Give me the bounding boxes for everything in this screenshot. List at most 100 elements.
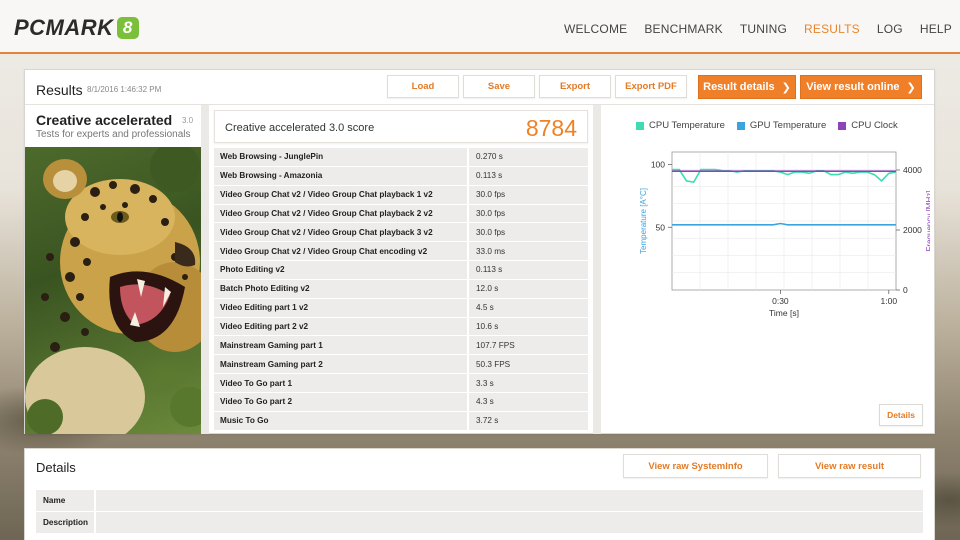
score-label: Creative accelerated 3.0 score <box>225 122 375 134</box>
legend-swatch <box>736 121 745 130</box>
test-value-cell: 0.113 s <box>469 261 588 279</box>
details-title: Details <box>36 460 76 475</box>
load-button[interactable]: Load <box>387 75 459 98</box>
test-description: Tests for experts and professionals <box>36 129 191 140</box>
nav-item-help[interactable]: HELP <box>920 22 952 36</box>
leopard-illustration <box>25 147 201 434</box>
legend-label: GPU Temperature <box>749 120 827 131</box>
x-axis-label: Time [s] <box>769 308 799 318</box>
test-value-cell: 30.0 fps <box>469 223 588 242</box>
legend-item[interactable]: CPU Temperature <box>636 120 725 131</box>
results-title: Results <box>36 82 83 98</box>
y-tick-label: 50 <box>656 222 666 232</box>
y-tick-label: 100 <box>651 160 665 170</box>
test-value-cell: 107.7 FPS <box>469 336 588 355</box>
x-tick-label: 0:30 <box>772 296 789 306</box>
save-button[interactable]: Save <box>463 75 535 98</box>
test-name-cell: Batch Photo Editing v2 <box>214 279 469 298</box>
column-separator <box>593 105 601 434</box>
legend-item[interactable]: GPU Temperature <box>736 120 827 131</box>
test-name-cell: Music To Go <box>214 411 469 430</box>
test-value-cell: 3.3 s <box>469 374 588 392</box>
view-raw-systeminfo-button[interactable]: View raw SystemInfo <box>623 454 768 478</box>
nav-item-results[interactable]: RESULTS <box>804 22 860 36</box>
test-name-cell: Video Editing part 2 v2 <box>214 317 469 336</box>
legend-item[interactable]: CPU Clock <box>838 120 898 131</box>
chevron-right-icon: ❯ <box>781 81 791 94</box>
test-name-cell: Web Browsing - JunglePin <box>214 148 469 166</box>
test-name-cell: Video To Go part 2 <box>214 392 469 411</box>
results-table: Web Browsing - JunglePin 0.270 s Web Brows… <box>214 148 588 431</box>
details-row: Description <box>36 512 923 533</box>
test-value-cell: 30.0 fps <box>469 185 588 204</box>
test-value-cell: 10.6 s <box>469 317 588 336</box>
chart-legend: CPU Temperature GPU Temperature CPU Clock <box>636 120 910 131</box>
test-value-cell: 33.0 ms <box>469 242 588 261</box>
details-value <box>96 490 923 511</box>
nav-item-benchmark[interactable]: BENCHMARK <box>644 22 722 36</box>
logo-badge: 8 <box>116 17 139 39</box>
legend-swatch <box>838 121 847 130</box>
test-value-cell: 50.3 FPS <box>469 355 588 374</box>
logo-text: PCMARK <box>14 15 114 40</box>
view-raw-result-button[interactable]: View raw result <box>778 454 921 478</box>
pcmark-logo: PCMARK 8 <box>14 15 139 41</box>
y2-tick-label: 0 <box>903 285 908 295</box>
test-name: Creative accelerated <box>36 112 173 128</box>
test-value-cell: 0.113 s <box>469 166 588 185</box>
test-name-cell: Video To Go part 1 <box>214 374 469 392</box>
test-value-cell: 4.5 s <box>469 298 588 317</box>
table-row: Video Group Chat v2 / Video Group Chat p… <box>214 223 588 243</box>
table-row: Video Group Chat v2 / Video Group Chat e… <box>214 242 588 262</box>
table-row: Mainstream Gaming part 1 107.7 FPS <box>214 336 588 356</box>
details-key: Name <box>36 490 94 511</box>
main-nav: WELCOME BENCHMARK TUNING RESULTS LOG HELP <box>547 22 952 36</box>
test-name-cell: Photo Editing v2 <box>214 261 469 279</box>
export-pdf-button[interactable]: Export PDF <box>615 75 687 98</box>
results-panel: Results 8/1/2016 1:46:32 PM Load Save Ex… <box>24 69 935 434</box>
monitoring-chart: 100 50 4000 2000 0 0:30 1:00 Time [s] Temperatur… <box>639 151 930 318</box>
table-row: Video Editing part 1 v2 4.5 s <box>214 298 588 318</box>
test-value-cell: 4.3 s <box>469 392 588 411</box>
app-header: PCMARK 8 WELCOME BENCHMARK TUNING RESULTS LO… <box>0 0 960 54</box>
test-value-cell: 3.72 s <box>469 411 588 430</box>
result-details-button[interactable]: Result details ❯ <box>698 75 796 99</box>
details-panel: Details View raw SystemInfo View raw res… <box>24 448 935 540</box>
y2-tick-label: 4000 <box>903 165 922 175</box>
table-row: Video Editing part 2 v2 10.6 s <box>214 317 588 337</box>
test-name-cell: Video Group Chat v2 / Video Group Chat p… <box>214 185 469 204</box>
legend-label: CPU Temperature <box>649 120 725 131</box>
table-row: Mainstream Gaming part 2 50.3 FPS <box>214 355 588 375</box>
view-online-label: View result online <box>806 81 900 93</box>
chart-details-button[interactable]: Details <box>879 404 923 426</box>
details-key: Description <box>36 512 94 533</box>
test-value-cell: 0.270 s <box>469 148 588 166</box>
test-name-cell: Video Group Chat v2 / Video Group Chat p… <box>214 223 469 242</box>
test-name-cell: Mainstream Gaming part 2 <box>214 355 469 374</box>
header-divider <box>25 104 934 105</box>
chevron-right-icon: ❯ <box>906 81 916 94</box>
leopard-image <box>25 147 201 434</box>
table-row: Batch Photo Editing v2 12.0 s <box>214 279 588 299</box>
nav-item-welcome[interactable]: WELCOME <box>564 22 627 36</box>
legend-label: CPU Clock <box>851 120 898 131</box>
test-name-cell: Video Editing part 1 v2 <box>214 298 469 317</box>
test-name-cell: Web Browsing - Amazonia <box>214 166 469 185</box>
score-box: Creative accelerated 3.0 score 8784 <box>214 110 588 143</box>
export-button[interactable]: Export <box>539 75 611 98</box>
test-name-cell: Video Group Chat v2 / Video Group Chat p… <box>214 204 469 223</box>
table-row: Photo Editing v2 0.113 s <box>214 261 588 280</box>
table-row: Web Browsing - JunglePin 0.270 s <box>214 148 588 167</box>
y2-axis-label: Frequency [MHz] <box>925 191 930 252</box>
view-result-online-button[interactable]: View result online ❯ <box>800 75 922 99</box>
legend-swatch <box>636 121 644 130</box>
table-row: Music To Go 3.72 s <box>214 411 588 431</box>
table-row: Video Group Chat v2 / Video Group Chat p… <box>214 204 588 224</box>
nav-item-log[interactable]: LOG <box>877 22 903 36</box>
test-name-cell: Video Group Chat v2 / Video Group Chat e… <box>214 242 469 261</box>
y2-tick-label: 2000 <box>903 225 922 235</box>
column-separator <box>201 105 209 434</box>
table-row: Video To Go part 1 3.3 s <box>214 374 588 393</box>
test-version: 3.0 <box>182 116 194 125</box>
nav-item-tuning[interactable]: TUNING <box>740 22 787 36</box>
